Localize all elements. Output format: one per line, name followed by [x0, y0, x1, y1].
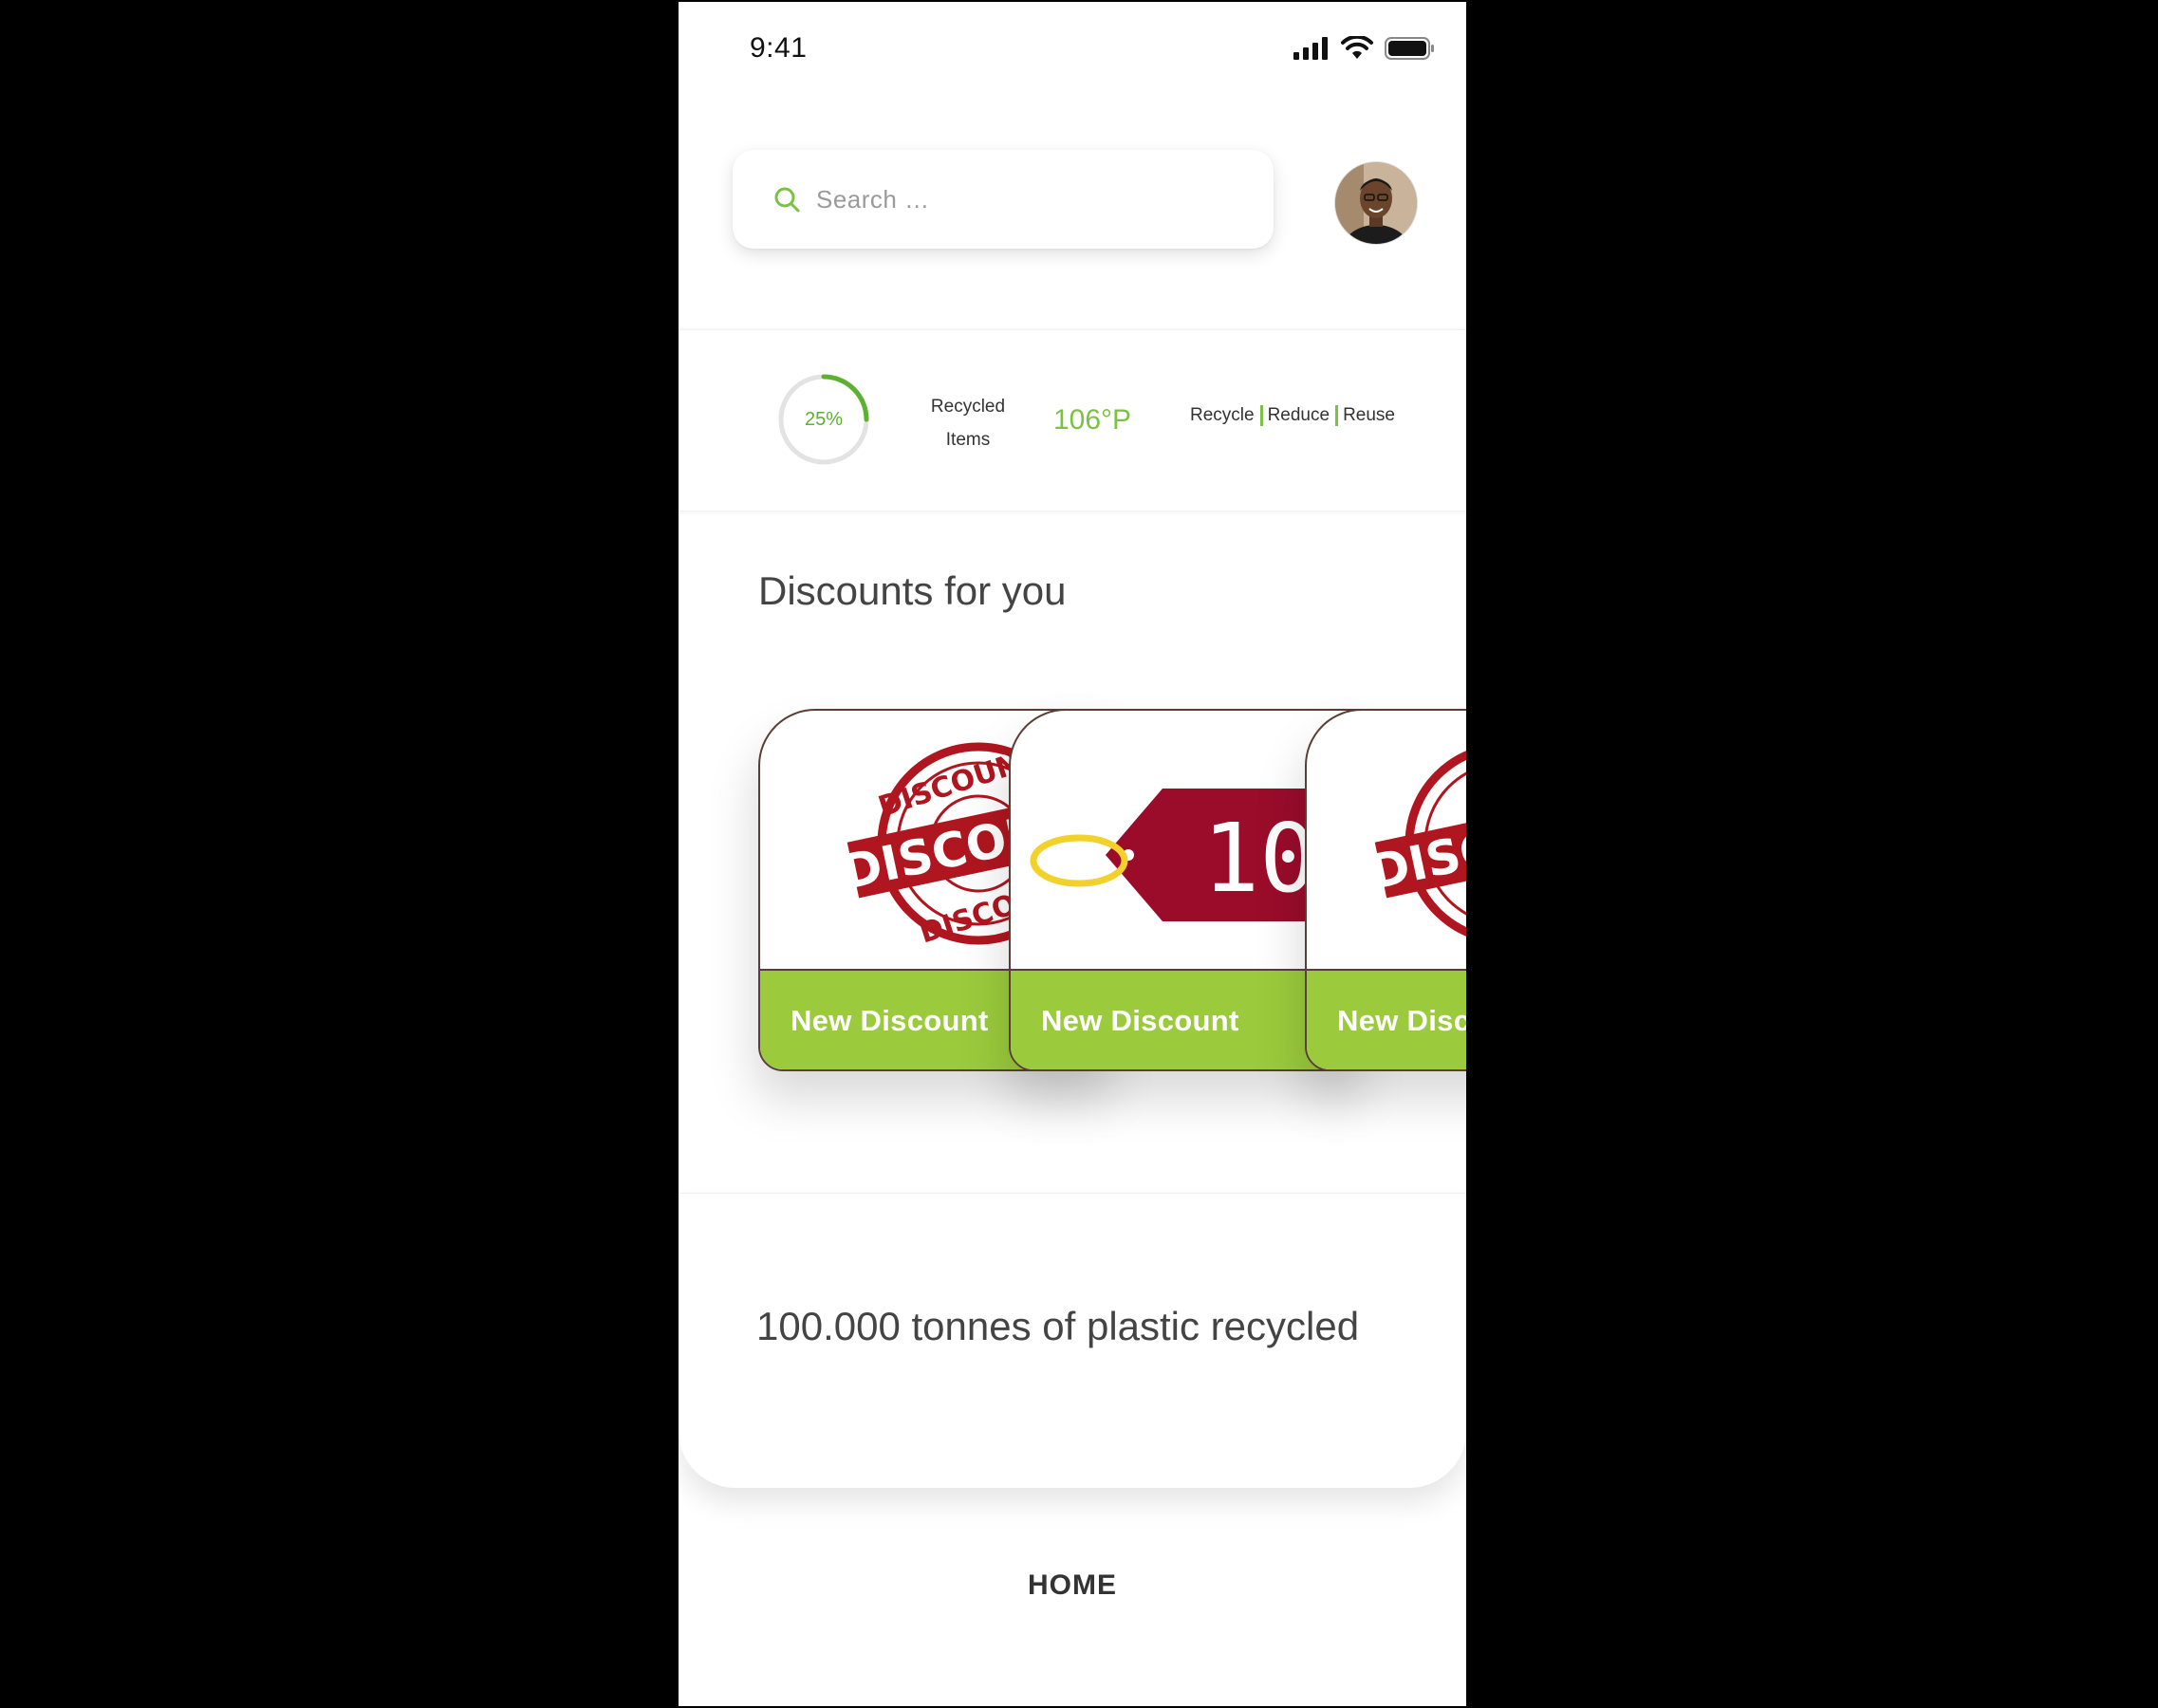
- discount-card-label: New Discount: [1041, 1004, 1239, 1037]
- motto-divider: [1335, 405, 1339, 426]
- motto-divider: [1259, 405, 1263, 426]
- recycled-label-line1: Recycled: [930, 397, 1006, 417]
- recycled-items-label: Recycled Items: [906, 390, 1030, 456]
- discount-card[interactable]: DISCOUNT New Discount: [1305, 709, 1466, 1071]
- search-icon: [774, 187, 800, 213]
- user-avatar-icon: [1335, 162, 1417, 244]
- nav-home-label: HOME: [1028, 1569, 1117, 1601]
- progress-label: 25%: [804, 408, 844, 430]
- motto-recycle: Recycle: [1190, 405, 1255, 425]
- motto-reuse: Reuse: [1343, 405, 1395, 425]
- motto-reduce: Reduce: [1267, 405, 1330, 425]
- battery-icon: [1385, 37, 1434, 60]
- status-icons: [1293, 36, 1436, 61]
- discount-card-label: New Discount: [791, 1004, 989, 1037]
- search-input[interactable]: Search …: [733, 150, 1274, 249]
- status-time: 9:41: [750, 32, 808, 64]
- stats-strip: 25% Recycled Items 106°P Recycle Reduce …: [679, 329, 1466, 511]
- motto: Recycle Reduce Reuse: [1190, 405, 1395, 426]
- discount-card-label: New Discount: [1337, 1004, 1466, 1037]
- wifi-icon: [1341, 36, 1373, 59]
- nav-home[interactable]: HOME: [679, 1569, 1466, 1602]
- signal-icon: [1293, 37, 1328, 60]
- avatar[interactable]: [1334, 161, 1418, 245]
- discount-card-footer: New Discount: [1307, 969, 1466, 1069]
- discount-carousel[interactable]: DISCOUNT DISCOUNT DISCOUNT New Discount: [679, 709, 1466, 1088]
- search-placeholder: Search …: [816, 184, 930, 214]
- tag-text: 10: [1202, 803, 1316, 914]
- stage: 9:41 Search … 25% Recycled Items 106°P R…: [0, 0, 2158, 1708]
- recycled-label-line2: Items: [945, 430, 991, 450]
- discounts-title: Discounts for you: [758, 568, 1067, 613]
- impact-text: 100.000 tonnes of plastic recycled: [756, 1304, 1360, 1348]
- phone-screen: 9:41 Search … 25% Recycled Items 106°P R…: [679, 2, 1466, 1706]
- discount-stamp-icon: DISCOUNT: [1365, 751, 1466, 937]
- points-value: 106°P: [1053, 404, 1132, 436]
